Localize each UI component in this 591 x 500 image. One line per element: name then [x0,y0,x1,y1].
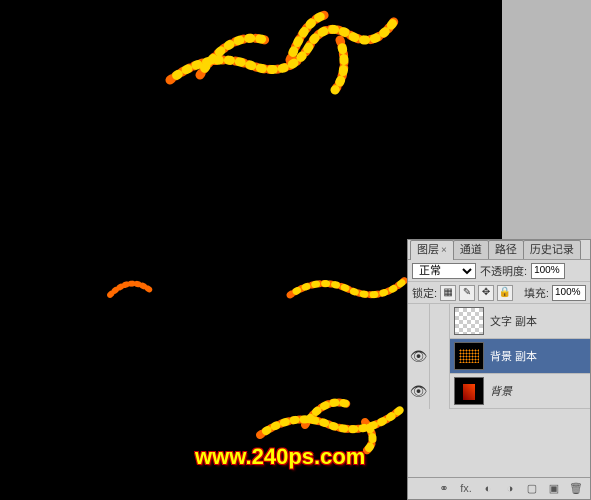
opacity-label: 不透明度: [480,263,527,279]
layers-list: 文字 副本 👁 背景 副本 👁 背景 [408,304,590,464]
blend-row: 正常 不透明度: [408,260,590,282]
eye-icon: 👁 [410,348,428,365]
workspace-gray [502,0,591,240]
lock-pixels-icon[interactable]: ✎ [459,285,475,301]
panel-tabs: 图层× 通道 路径 历史记录 [408,240,590,260]
calligraphy-text-1 [140,0,420,130]
lock-position-icon[interactable]: ✥ [478,285,494,301]
link-column[interactable] [430,304,450,339]
layer-thumbnail[interactable] [454,342,484,370]
link-layers-icon[interactable]: ⚭ [436,481,452,497]
layer-name[interactable]: 背景 [488,383,590,399]
fill-label: 填充: [524,285,549,301]
lock-transparent-icon[interactable]: ▦ [440,285,456,301]
calligraphy-fragment [100,260,160,310]
visibility-toggle[interactable] [408,304,430,339]
calligraphy-text-2 [280,255,410,315]
folder-icon[interactable]: ▢ [524,481,540,497]
mask-icon[interactable]: ◐ [480,481,496,497]
new-layer-icon[interactable]: ▣ [546,481,562,497]
link-column[interactable] [430,339,450,374]
tab-paths[interactable]: 路径 [488,240,524,259]
layer-row[interactable]: 文字 副本 [408,304,590,339]
panel-footer: ⚭ fx. ◐ ◑ ▢ ▣ 🗑 [408,477,590,499]
opacity-input[interactable] [531,263,565,279]
fx-icon[interactable]: fx. [458,481,474,497]
lock-label: 锁定: [412,285,437,301]
layer-thumbnail[interactable] [454,377,484,405]
tab-channels[interactable]: 通道 [453,240,489,259]
adjustment-icon[interactable]: ◑ [502,481,518,497]
lock-all-icon[interactable]: 🔒 [497,285,513,301]
tab-history[interactable]: 历史记录 [523,240,581,259]
layer-thumbnail[interactable] [454,307,484,335]
layer-name[interactable]: 文字 副本 [488,313,590,329]
lock-row: 锁定: ▦ ✎ ✥ 🔒 填充: [408,282,590,304]
close-icon[interactable]: × [441,245,447,256]
trash-icon[interactable]: 🗑 [568,481,584,497]
eye-icon: 👁 [410,383,428,400]
link-column[interactable] [430,374,450,409]
tab-layers[interactable]: 图层× [410,240,454,260]
blend-mode-select[interactable]: 正常 [412,263,476,279]
watermark: www.240ps.com [195,444,365,470]
layer-row[interactable]: 👁 背景 [408,374,590,409]
layer-row[interactable]: 👁 背景 副本 [408,339,590,374]
visibility-toggle[interactable]: 👁 [408,374,430,409]
layers-panel: 图层× 通道 路径 历史记录 正常 不透明度: 锁定: ▦ ✎ ✥ 🔒 填充: … [407,239,591,500]
fill-input[interactable] [552,285,586,301]
layer-name[interactable]: 背景 副本 [488,348,590,364]
visibility-toggle[interactable]: 👁 [408,339,430,374]
